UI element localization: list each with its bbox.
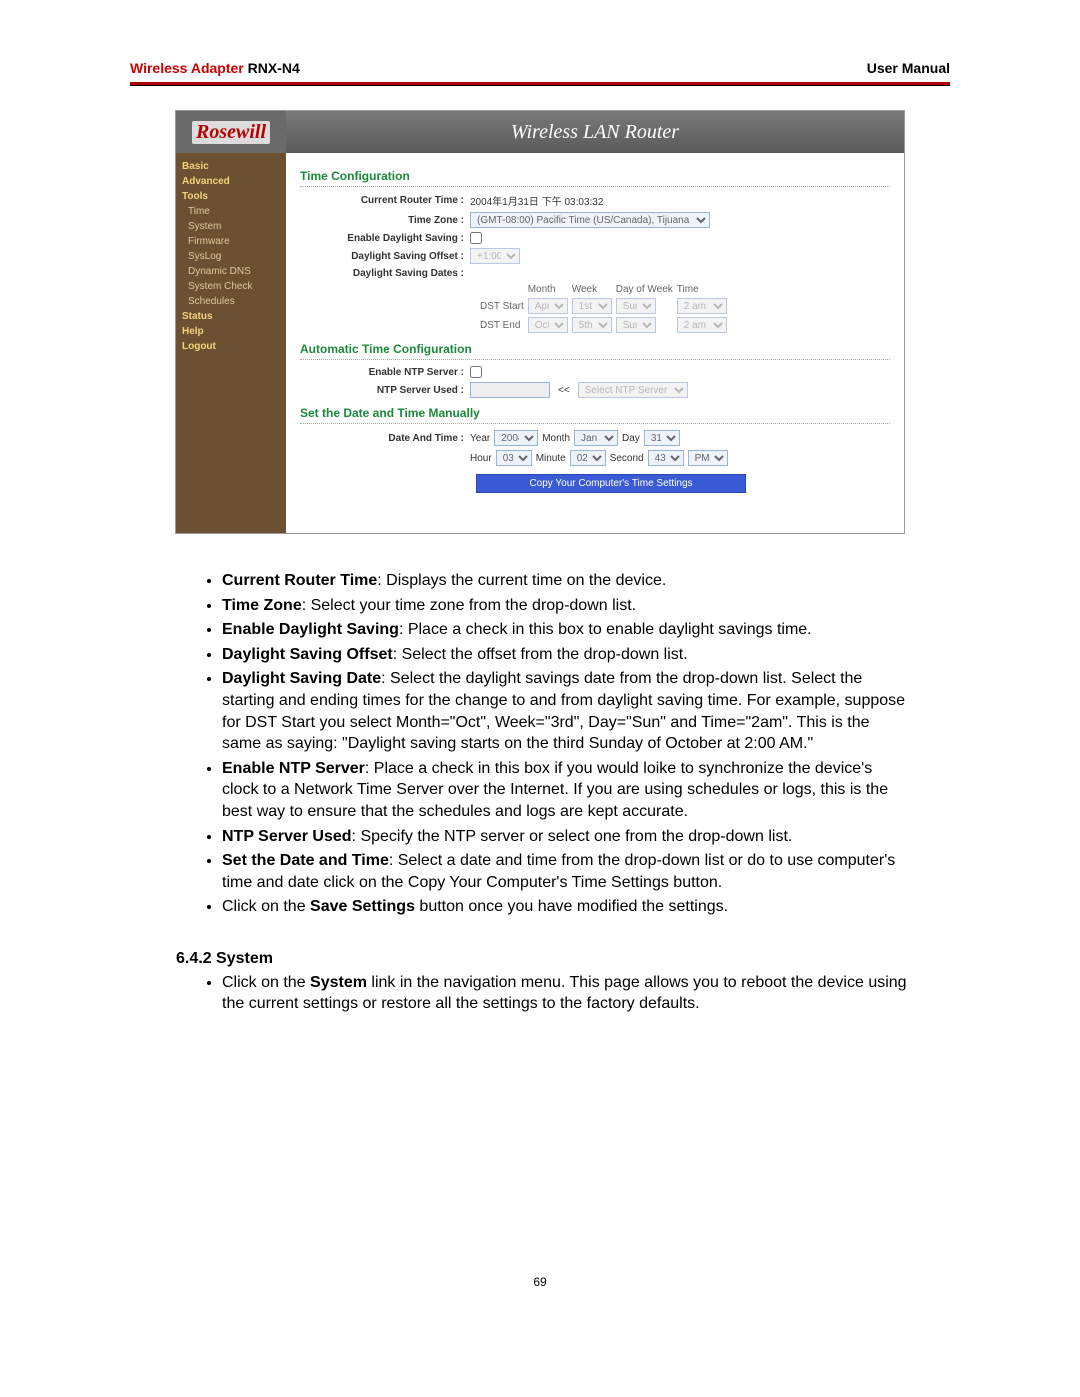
dst-hdr-dow: Day of Week — [616, 284, 673, 295]
list-item: Daylight Saving Date: Select the dayligh… — [222, 668, 910, 754]
checkbox-enable-dst[interactable] — [470, 232, 482, 244]
nav-logout[interactable]: Logout — [182, 339, 280, 354]
label-date-time: Date And Time : — [300, 433, 470, 444]
section-manual-time: Set the Date and Time Manually — [300, 406, 890, 424]
router-screenshot: Rosewill Wireless LAN Router Basic Advan… — [175, 110, 905, 534]
nav-system[interactable]: System — [182, 219, 280, 234]
doc-content: Current Router Time: Displays the curren… — [0, 570, 1080, 1015]
section-auto-time: Automatic Time Configuration — [300, 342, 890, 360]
dst-end-week[interactable]: 5th — [572, 317, 612, 333]
page-number: 69 — [0, 1275, 1080, 1289]
router-logo: Rosewill — [176, 111, 286, 153]
section-time-config: Time Configuration — [300, 169, 890, 187]
nav-syslog[interactable]: SysLog — [182, 249, 280, 264]
select-ampm[interactable]: PM — [688, 450, 728, 466]
label-enable-dst: Enable Daylight Saving : — [300, 233, 470, 244]
router-main: Time Configuration Current Router Time :… — [286, 153, 904, 533]
nav-tools[interactable]: Tools — [182, 189, 280, 204]
label-dst-dates: Daylight Saving Dates : — [300, 268, 470, 279]
dst-hdr-month: Month — [528, 284, 568, 295]
select-ntp-server[interactable]: Select NTP Server — [578, 382, 688, 398]
checkbox-enable-ntp[interactable] — [470, 366, 482, 378]
dst-hdr-time: Time — [677, 284, 727, 295]
nav-time[interactable]: Time — [182, 204, 280, 219]
dst-start-label: DST Start — [480, 298, 524, 314]
select-hour[interactable]: 03 — [496, 450, 532, 466]
doc-header: Wireless Adapter RNX-N4 User Manual — [0, 60, 1080, 82]
list-item: Click on the System link in the navigati… — [222, 972, 910, 1015]
dst-end-month[interactable]: Oct — [528, 317, 568, 333]
list-item: Enable NTP Server: Place a check in this… — [222, 758, 910, 823]
select-timezone[interactable]: (GMT-08:00) Pacific Time (US/Canada), Ti… — [470, 212, 710, 228]
router-sidebar: Basic Advanced Tools Time System Firmwar… — [176, 153, 286, 533]
value-current-time: 2004年1月31日 下午 03:03:32 — [470, 193, 890, 208]
nav-firmware[interactable]: Firmware — [182, 234, 280, 249]
select-second[interactable]: 43 — [648, 450, 684, 466]
nav-help[interactable]: Help — [182, 324, 280, 339]
dt-second-label: Second — [610, 453, 644, 464]
nav-advanced[interactable]: Advanced — [182, 174, 280, 189]
dt-minute-label: Minute — [536, 453, 566, 464]
router-title: Wireless LAN Router — [286, 121, 904, 144]
header-rule — [130, 82, 950, 86]
nav-ddns[interactable]: Dynamic DNS — [182, 264, 280, 279]
section-heading-system: 6.4.2 System — [176, 948, 910, 970]
dst-start-month[interactable]: Apr — [528, 298, 568, 314]
dst-start-dow[interactable]: Sun — [616, 298, 656, 314]
select-minute[interactable]: 02 — [570, 450, 606, 466]
list-item: NTP Server Used: Specify the NTP server … — [222, 826, 910, 848]
select-day[interactable]: 31 — [644, 430, 680, 446]
list-item: Daylight Saving Offset: Select the offse… — [222, 644, 910, 666]
label-dst-offset: Daylight Saving Offset : — [300, 251, 470, 262]
dst-grid: Month Week Day of Week Time DST Start Ap… — [476, 281, 890, 336]
copy-time-button[interactable]: Copy Your Computer's Time Settings — [476, 474, 746, 493]
router-header: Rosewill Wireless LAN Router — [176, 111, 904, 153]
select-month[interactable]: Jan — [574, 430, 618, 446]
list-item: Current Router Time: Displays the curren… — [222, 570, 910, 592]
dst-start-week[interactable]: 1st — [572, 298, 612, 314]
nav-schedules[interactable]: Schedules — [182, 294, 280, 309]
input-ntp-server[interactable] — [470, 382, 550, 398]
label-timezone: Time Zone : — [300, 215, 470, 226]
dt-day-label: Day — [622, 433, 640, 444]
doc-header-right: User Manual — [867, 60, 950, 76]
list-item: Time Zone: Select your time zone from th… — [222, 595, 910, 617]
nav-status[interactable]: Status — [182, 309, 280, 324]
dt-month-label: Month — [542, 433, 570, 444]
label-enable-ntp: Enable NTP Server : — [300, 367, 470, 378]
dst-end-dow[interactable]: Sun — [616, 317, 656, 333]
dst-start-time[interactable]: 2 am — [677, 298, 727, 314]
label-current-time: Current Router Time : — [300, 195, 470, 206]
dt-hour-label: Hour — [470, 453, 492, 464]
nav-basic[interactable]: Basic — [182, 159, 280, 174]
select-year[interactable]: 2004 — [494, 430, 538, 446]
dst-end-time[interactable]: 2 am — [677, 317, 727, 333]
dst-end-label: DST End — [480, 317, 524, 333]
product-model: RNX-N4 — [248, 60, 300, 76]
dt-year-label: Year — [470, 433, 490, 444]
dst-hdr-week: Week — [572, 284, 612, 295]
ntp-arrow: << — [554, 385, 574, 396]
product-name-red: Wireless Adapter — [130, 60, 244, 76]
select-dst-offset[interactable]: +1:00 — [470, 248, 520, 264]
list-item: Set the Date and Time: Select a date and… — [222, 850, 910, 893]
nav-syscheck[interactable]: System Check — [182, 279, 280, 294]
list-item: Click on the Save Settings button once y… — [222, 896, 910, 918]
list-item: Enable Daylight Saving: Place a check in… — [222, 619, 910, 641]
logo-text: Rosewill — [192, 121, 270, 144]
label-ntp-server: NTP Server Used : — [300, 385, 470, 396]
